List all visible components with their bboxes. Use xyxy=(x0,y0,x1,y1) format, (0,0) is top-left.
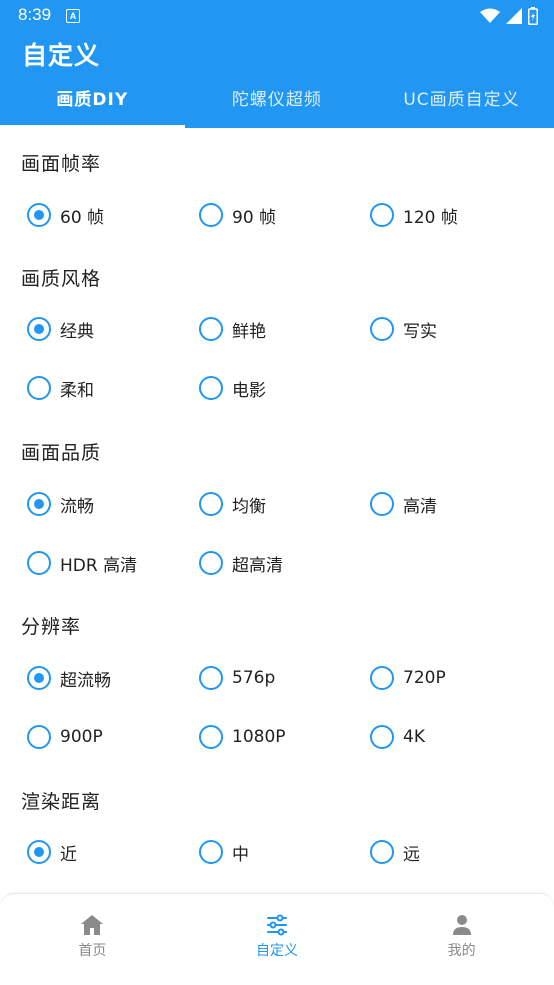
option-quality-ultra-hd[interactable]: 超高清 xyxy=(199,549,283,577)
home-icon xyxy=(81,915,104,935)
radio-unchecked xyxy=(370,725,394,749)
radio-unchecked xyxy=(27,725,51,749)
tab-gyroscope-overclock[interactable]: 陀螺仪超频 xyxy=(185,80,370,128)
section-title-style: 画质风格 xyxy=(21,268,102,290)
radio-checked xyxy=(27,317,51,341)
radio-unchecked xyxy=(370,203,394,227)
person-icon xyxy=(452,915,471,935)
battery-icon xyxy=(528,7,538,25)
nav-home[interactable]: 首页 xyxy=(0,894,185,985)
radio-unchecked xyxy=(370,840,394,864)
bottom-navigation: 首页 自定义 我的 xyxy=(0,893,554,985)
radio-unchecked xyxy=(199,317,223,341)
option-distance-medium[interactable]: 中 xyxy=(199,838,249,866)
option-resolution-900p[interactable]: 900P xyxy=(27,723,103,751)
radio-unchecked xyxy=(27,551,51,575)
radio-checked xyxy=(27,492,51,516)
section-title-quality: 画面品质 xyxy=(21,442,102,464)
option-quality-balanced[interactable]: 均衡 xyxy=(199,490,266,518)
option-quality-smooth[interactable]: 流畅 xyxy=(27,490,94,518)
nav-label-custom: 自定义 xyxy=(256,943,298,959)
option-style-classic[interactable]: 经典 xyxy=(27,315,94,343)
radio-checked xyxy=(27,666,51,690)
signal-icon xyxy=(506,8,522,24)
option-style-soft[interactable]: 柔和 xyxy=(27,374,94,402)
nav-mine[interactable]: 我的 xyxy=(369,894,554,985)
radio-unchecked xyxy=(199,492,223,516)
option-quality-hdr-hd[interactable]: HDR 高清 xyxy=(27,549,137,577)
option-resolution-576p[interactable]: 576p xyxy=(199,664,275,692)
radio-unchecked xyxy=(370,317,394,341)
nav-custom[interactable]: 自定义 xyxy=(185,894,370,985)
option-frame-rate-120[interactable]: 120 帧 xyxy=(370,201,458,229)
radio-unchecked xyxy=(27,376,51,400)
option-resolution-4k[interactable]: 4K xyxy=(370,723,425,751)
status-time: 8:39 xyxy=(18,5,52,24)
option-frame-rate-60[interactable]: 60 帧 xyxy=(27,201,104,229)
radio-unchecked xyxy=(199,725,223,749)
option-distance-far[interactable]: 远 xyxy=(370,838,420,866)
notification-icon: A xyxy=(66,9,80,23)
section-title-render-distance: 渲染距离 xyxy=(21,791,102,813)
nav-label-mine: 我的 xyxy=(447,943,476,959)
tab-bar: 画质DIY 陀螺仪超频 UC画质自定义 xyxy=(0,80,554,128)
radio-unchecked xyxy=(199,376,223,400)
radio-unchecked xyxy=(199,840,223,864)
radio-unchecked xyxy=(199,551,223,575)
option-style-vivid[interactable]: 鲜艳 xyxy=(199,315,266,343)
radio-checked xyxy=(27,840,51,864)
option-frame-rate-90[interactable]: 90 帧 xyxy=(199,201,276,229)
page-title: 自定义 xyxy=(22,41,101,70)
status-icons xyxy=(480,6,538,26)
section-title-resolution: 分辨率 xyxy=(21,616,82,638)
radio-checked xyxy=(27,203,51,227)
option-quality-hd[interactable]: 高清 xyxy=(370,490,437,518)
tab-quality-diy[interactable]: 画质DIY xyxy=(0,80,185,128)
section-title-frame-rate: 画面帧率 xyxy=(21,153,102,175)
nav-label-home: 首页 xyxy=(78,943,107,959)
wifi-icon xyxy=(480,8,500,23)
option-distance-near[interactable]: 近 xyxy=(27,838,77,866)
sliders-icon xyxy=(267,914,287,936)
radio-unchecked xyxy=(370,666,394,690)
tab-uc-quality-custom[interactable]: UC画质自定义 xyxy=(369,80,554,128)
option-resolution-1080p[interactable]: 1080P xyxy=(199,723,286,751)
option-resolution-720p[interactable]: 720P xyxy=(370,664,446,692)
radio-unchecked xyxy=(199,203,223,227)
status-bar: 8:39 A xyxy=(0,0,554,32)
radio-unchecked xyxy=(370,492,394,516)
option-style-realistic[interactable]: 写实 xyxy=(370,315,437,343)
app-header: 8:39 A 自定义 画质DIY 陀螺仪超频 UC画质自定义 xyxy=(0,0,554,128)
option-resolution-ultra-smooth[interactable]: 超流畅 xyxy=(27,664,111,692)
radio-unchecked xyxy=(199,666,223,690)
option-style-movie[interactable]: 电影 xyxy=(199,374,266,402)
